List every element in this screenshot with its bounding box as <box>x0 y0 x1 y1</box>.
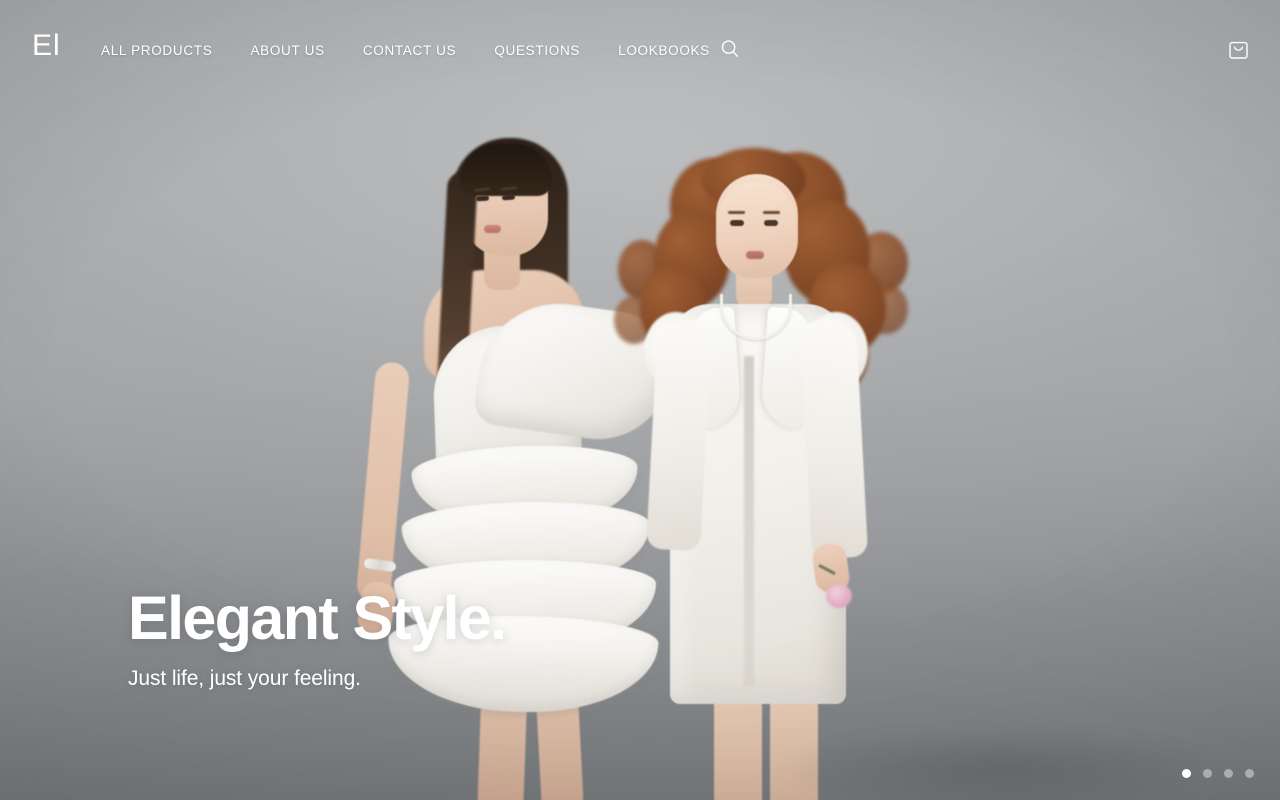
site-logo[interactable]: El <box>32 31 61 61</box>
shopping-bag-icon <box>1228 41 1248 59</box>
nav-item-about-us[interactable]: ABOUT US <box>250 43 324 58</box>
carousel-dot-4[interactable] <box>1245 769 1254 778</box>
main-navigation: ALL PRODUCTS ABOUT US CONTACT US QUESTIO… <box>101 0 748 100</box>
hero-title: Elegant Style. <box>128 584 507 652</box>
carousel-pagination <box>1182 769 1254 778</box>
site-logo-text: El <box>32 29 61 62</box>
search-button[interactable] <box>719 38 741 60</box>
hero-stage: El ALL PRODUCTS ABOUT US CONTACT US QUES… <box>0 0 1280 800</box>
carousel-dot-1[interactable] <box>1182 769 1191 778</box>
nav-item-all-products[interactable]: ALL PRODUCTS <box>101 43 212 58</box>
nav-item-contact-us[interactable]: CONTACT US <box>363 43 457 58</box>
site-header: El ALL PRODUCTS ABOUT US CONTACT US QUES… <box>0 0 1280 100</box>
nav-item-lookbooks[interactable]: LOOKBOOKS <box>618 43 710 58</box>
carousel-dot-3[interactable] <box>1224 769 1233 778</box>
hero-subtitle: Just life, just your feeling. <box>128 667 361 690</box>
hero-copy-block: Elegant Style. Just life, just your feel… <box>128 584 507 692</box>
search-icon <box>721 40 739 57</box>
carousel-dot-2[interactable] <box>1203 769 1212 778</box>
cart-button[interactable] <box>1227 37 1249 61</box>
nav-item-questions[interactable]: QUESTIONS <box>494 43 580 58</box>
